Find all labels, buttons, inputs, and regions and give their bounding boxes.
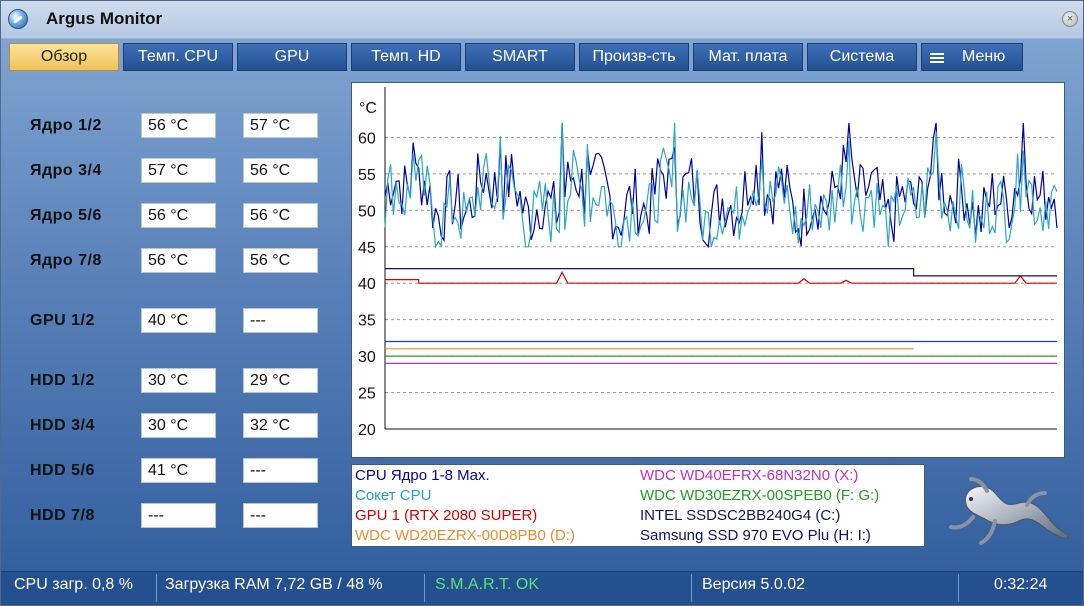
y-tick-label: 20	[358, 422, 376, 439]
sensor-value-gpu-2: ---	[243, 308, 318, 333]
y-axis-unit: °C	[359, 100, 377, 117]
y-tick-label: 50	[358, 203, 376, 220]
sensor-value-hdd-2: 29 °C	[243, 368, 318, 393]
hamburger-menu-icon	[930, 53, 944, 63]
window-title: Argus Monitor	[46, 9, 163, 28]
sensor-value-hdd-6: ---	[243, 458, 318, 483]
tab-motherboard[interactable]: Мат. плата	[693, 43, 803, 71]
tab-system[interactable]: Система	[807, 43, 917, 71]
legend-item-cpu-socket: Сокет CPU	[355, 487, 432, 504]
legend-item-samsung-ssd-hi: Samsung SSD 970 EVO Plu (H: I:)	[640, 527, 871, 544]
sensor-label-core-5-6: Ядро 5/6	[30, 207, 102, 224]
sensor-label-hdd-7-8: HDD 7/8	[30, 507, 95, 524]
y-tick-label: 60	[358, 130, 376, 147]
legend-item-intel-ssd-c: INTEL SSDSC2BB240G4 (C:)	[640, 507, 841, 524]
sensor-value-gpu-1: 40 °C	[141, 308, 216, 333]
y-tick-label: 25	[358, 386, 376, 403]
tab-gpu[interactable]: GPU	[237, 43, 347, 71]
sensor-value-hdd-5: 41 °C	[141, 458, 216, 483]
temperature-chart-svg: 20 25 30 35 40 45 50 55 60 °C	[358, 87, 1058, 439]
series-line-intel-ssdsc2bb240g4-c	[385, 268, 1057, 277]
y-tick-label: 40	[358, 276, 376, 293]
status-separator	[691, 574, 692, 602]
tab-cpu-temp[interactable]: Темп. CPU	[123, 43, 233, 71]
status-version: Версия 5.0.02	[702, 576, 805, 593]
tab-overview[interactable]: Обзор	[9, 43, 119, 71]
sensor-value-hdd-1: 30 °C	[141, 368, 216, 393]
legend-item-wdc-fg: WDC WD30EZRX-00SPEB0 (F: G:)	[640, 487, 880, 504]
sensor-value-core-1: 56 °C	[141, 113, 216, 138]
sensor-label-hdd-5-6: HDD 5/6	[30, 462, 95, 479]
sensor-value-core-5: 56 °C	[141, 203, 216, 228]
series-line-gpu-1-rtx-2080-super	[385, 270, 1057, 284]
legend-item-cpu-core-max: CPU Ядро 1-8 Max.	[355, 467, 490, 484]
sensor-value-hdd-7: ---	[141, 503, 216, 528]
tab-hd-temp[interactable]: Темп. HD	[351, 43, 461, 71]
temperature-chart: 20 25 30 35 40 45 50 55 60 °C	[351, 82, 1065, 458]
sensor-value-core-3: 57 °C	[141, 158, 216, 183]
sensor-value-core-2: 57 °C	[243, 113, 318, 138]
sensor-label-gpu-1-2: GPU 1/2	[30, 312, 95, 329]
status-ram-load: Загрузка RAM 7,72 GB / 48 %	[165, 576, 383, 593]
legend-item-wdc-x: WDC WD40EFRX-68N32N0 (X:)	[640, 467, 859, 484]
argus-monitor-window: Argus Monitor × Обзор Темп. CPU GPU Темп…	[0, 0, 1084, 606]
legend-item-wdc-d: WDC WD20EZRX-00D8PB0 (D:)	[355, 527, 576, 544]
series-line-cpu	[384, 122, 1058, 249]
tab-bar: Обзор Темп. CPU GPU Темп. HD SMART Произ…	[9, 43, 1079, 71]
y-tick-label: 45	[358, 240, 376, 257]
status-clock: 0:32:24	[994, 576, 1048, 593]
sensor-value-hdd-4: 32 °C	[243, 413, 318, 438]
sensor-label-hdd-1-2: HDD 1/2	[30, 372, 95, 389]
tab-menu-label: Меню	[962, 48, 1006, 65]
close-icon[interactable]: ×	[1062, 11, 1078, 27]
tab-performance[interactable]: Произв-сть	[579, 43, 689, 71]
status-cpu-load: CPU загр. 0,8 %	[14, 576, 133, 593]
sensor-label-core-3-4: Ядро 3/4	[30, 162, 102, 179]
tab-smart[interactable]: SMART	[465, 43, 575, 71]
sensor-value-hdd-8: ---	[243, 503, 318, 528]
argus-app-icon[interactable]	[8, 9, 28, 29]
sensor-value-core-8: 56 °C	[243, 248, 318, 273]
status-separator	[958, 574, 959, 602]
sensor-value-core-4: 56 °C	[243, 158, 318, 183]
lizard-logo-icon	[949, 477, 1070, 545]
status-separator	[156, 574, 157, 602]
status-smart: S.M.A.R.T. OK	[435, 576, 540, 593]
status-bar: CPU загр. 0,8 % Загрузка RAM 7,72 GB / 4…	[1, 571, 1083, 605]
legend-item-gpu1: GPU 1 (RTX 2080 SUPER)	[355, 507, 538, 524]
y-tick-label: 35	[358, 313, 376, 330]
sensor-label-core-1-2: Ядро 1/2	[30, 117, 102, 134]
title-bar: Argus Monitor ×	[1, 1, 1083, 39]
tab-menu[interactable]: Меню	[921, 43, 1023, 71]
status-separator	[424, 574, 425, 602]
sensor-value-core-6: 56 °C	[243, 203, 318, 228]
chart-legend: CPU Ядро 1-8 Max. Сокет CPU GPU 1 (RTX 2…	[351, 464, 925, 547]
y-tick-label: 30	[358, 349, 376, 366]
y-tick-label: 55	[358, 167, 376, 184]
sensor-label-core-7-8: Ядро 7/8	[30, 252, 102, 269]
sensor-value-hdd-3: 30 °C	[141, 413, 216, 438]
sensor-value-core-7: 56 °C	[141, 248, 216, 273]
sensor-label-hdd-3-4: HDD 3/4	[30, 417, 95, 434]
